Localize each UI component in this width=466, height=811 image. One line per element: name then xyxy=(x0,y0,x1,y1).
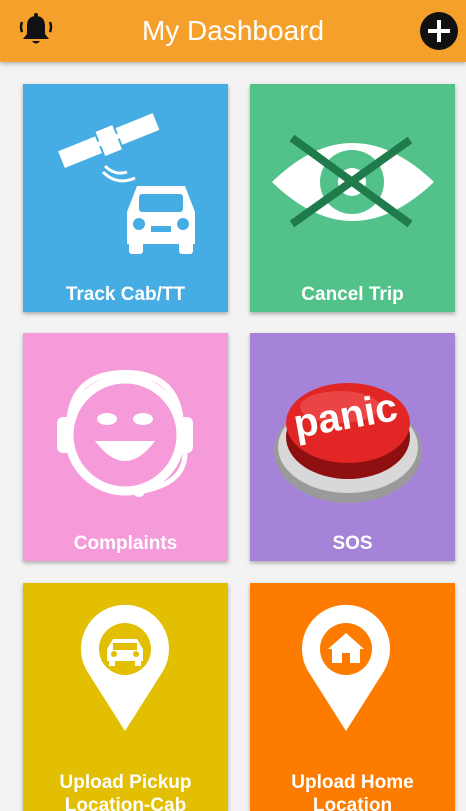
page-title: My Dashboard xyxy=(141,15,325,46)
add-button[interactable] xyxy=(420,12,458,50)
crossed-eye-icon xyxy=(272,134,434,228)
satellite-car-icon xyxy=(58,113,195,254)
tile-label: Cancel Trip xyxy=(301,284,404,305)
tile-label-line: Upload Pickup xyxy=(59,772,192,793)
tile-label-line: Location-Cab xyxy=(64,795,187,811)
tile-label: Complaints xyxy=(73,533,178,554)
tile-label: Track Cab/TT xyxy=(65,284,186,305)
home-location-pin-icon xyxy=(302,604,390,731)
plus-icon xyxy=(428,20,450,42)
tile-label: Upload Pickup Location-Cab xyxy=(23,771,228,811)
tile-track-cab[interactable]: Track Cab/TT xyxy=(23,84,228,312)
tile-upload-home-location[interactable]: Upload Home Location xyxy=(250,583,455,811)
app-header: My Dashboard xyxy=(0,0,466,62)
tile-cancel-trip[interactable]: Cancel Trip xyxy=(250,84,455,312)
tile-upload-pickup-location[interactable]: Upload Pickup Location-Cab xyxy=(23,583,228,811)
car-location-pin-icon xyxy=(81,604,170,731)
tile-complaints[interactable]: Complaints xyxy=(23,333,228,561)
tile-label-line: Upload Home xyxy=(291,772,414,793)
panic-button-icon: panic xyxy=(274,383,422,503)
tile-label-line: Location xyxy=(312,795,393,811)
support-headset-icon xyxy=(57,369,193,497)
tile-label: SOS xyxy=(332,533,373,554)
tile-sos[interactable]: panic SOS xyxy=(250,333,455,561)
tile-label: Upload Home Location xyxy=(250,771,455,811)
